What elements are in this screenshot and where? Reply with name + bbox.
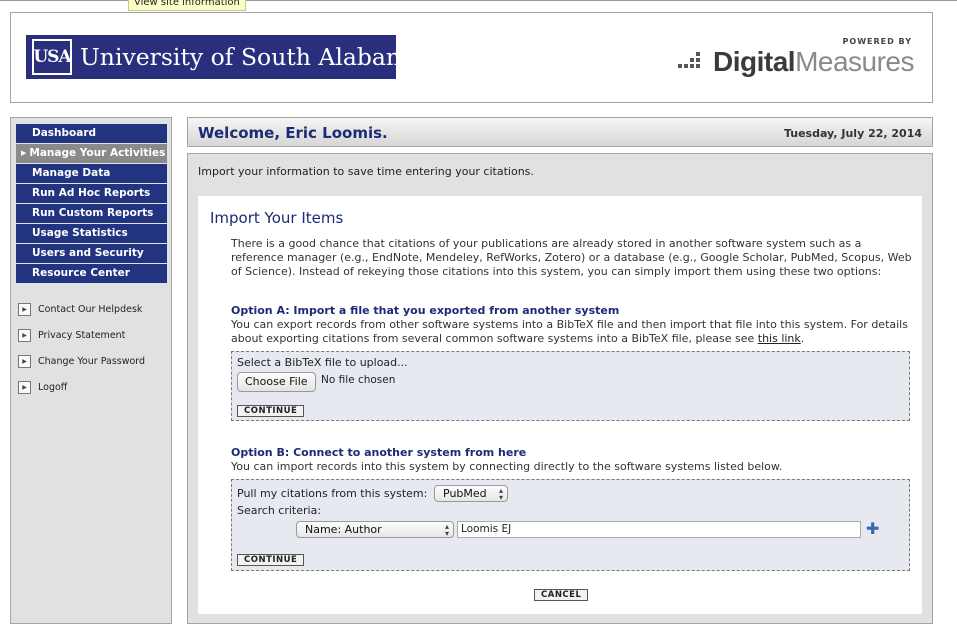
select-arrows-icon: ▴ ▾ <box>444 522 449 538</box>
option-b-description: You can import records into this system … <box>231 460 783 473</box>
option-a-description: You can export records from other softwa… <box>231 318 908 345</box>
add-criteria-plus-icon[interactable]: ✚ <box>866 521 879 537</box>
sidebar-nav: Dashboard ▶ Manage Your Activities Manage… <box>16 124 167 284</box>
option-b-box: Pull my citations from this system: PubM… <box>231 479 910 571</box>
link-change-password[interactable]: ▶ Change Your Password <box>18 348 145 374</box>
welcome-text: Welcome, Eric Loomis. <box>198 124 388 142</box>
site-info-tooltip: View site information <box>128 0 246 11</box>
play-arrow-icon: ▶ <box>18 328 31 342</box>
nav-run-ad-hoc-reports[interactable]: Run Ad Hoc Reports <box>16 184 167 203</box>
triangle-right-icon: ▶ <box>21 149 27 157</box>
nav-manage-data[interactable]: Manage Data <box>16 164 167 183</box>
nav-run-custom-reports[interactable]: Run Custom Reports <box>16 204 167 223</box>
option-b-continue-button[interactable]: CONTINUE <box>237 554 305 566</box>
option-a-box: Select a BibTeX file to upload... Choose… <box>231 351 910 421</box>
nav-users-and-security[interactable]: Users and Security <box>16 244 167 263</box>
sidebar: Dashboard ▶ Manage Your Activities Manage… <box>10 117 172 624</box>
select-arrows-icon: ▴ ▾ <box>498 486 503 502</box>
this-link[interactable]: this link <box>758 332 801 345</box>
welcome-bar: Welcome, Eric Loomis. Tuesday, July 22, … <box>187 117 933 147</box>
option-a-title: Option A: Import a file that you exporte… <box>231 304 620 317</box>
digital-measures-logo[interactable]: POWERED BY DigitalMeasures <box>674 37 914 77</box>
cancel-button[interactable]: CANCEL <box>534 589 589 601</box>
current-date: Tuesday, July 22, 2014 <box>783 127 922 140</box>
page-title: Import Your Items <box>210 209 344 227</box>
search-criteria-label: Search criteria: <box>237 504 322 517</box>
nav-dashboard[interactable]: Dashboard <box>16 124 167 143</box>
criteria-field-select[interactable]: Name: Author ▴ ▾ <box>296 521 454 538</box>
no-file-chosen-label: No file chosen <box>321 374 396 386</box>
choose-file-button[interactable]: Choose File <box>237 372 316 392</box>
nav-resource-center[interactable]: Resource Center <box>16 264 167 283</box>
nav-usage-statistics[interactable]: Usage Statistics <box>16 224 167 243</box>
link-contact-helpdesk[interactable]: ▶ Contact Our Helpdesk <box>18 296 145 322</box>
play-arrow-icon: ▶ <box>18 302 31 316</box>
link-privacy-statement[interactable]: ▶ Privacy Statement <box>18 322 145 348</box>
sidebar-links: ▶ Contact Our Helpdesk ▶ Privacy Statement… <box>18 296 145 400</box>
vendor-name: DigitalMeasures <box>713 46 914 77</box>
nav-manage-your-activities[interactable]: ▶ Manage Your Activities <box>16 144 167 163</box>
link-logoff[interactable]: ▶ Logoff <box>18 374 145 400</box>
import-panel: Import Your Items There is a good chance… <box>198 196 922 614</box>
criteria-value-input[interactable]: Loomis EJ <box>457 521 861 538</box>
system-select[interactable]: PubMed ▴ ▾ <box>434 485 508 502</box>
university-logo[interactable]: USA University of South Alabama <box>26 35 422 79</box>
university-mark-icon: USA <box>32 39 72 75</box>
dm-dots-icon <box>678 52 704 72</box>
powered-by-label: POWERED BY <box>842 37 912 46</box>
university-name: University of South Alabama <box>80 43 423 71</box>
play-arrow-icon: ▶ <box>18 354 31 368</box>
main-content: Import your information to save time ent… <box>187 153 933 624</box>
option-b-title: Option B: Connect to another system from… <box>231 446 527 459</box>
play-arrow-icon: ▶ <box>18 380 31 394</box>
pull-citations-label: Pull my citations from this system: <box>237 487 428 500</box>
upload-label: Select a BibTeX file to upload... <box>237 356 408 369</box>
option-a-continue-button[interactable]: CONTINUE <box>237 405 305 417</box>
header: USA University of South Alabama POWERED … <box>10 12 933 103</box>
intro-text: Import your information to save time ent… <box>198 165 534 178</box>
import-description: There is a good chance that citations of… <box>231 237 912 278</box>
